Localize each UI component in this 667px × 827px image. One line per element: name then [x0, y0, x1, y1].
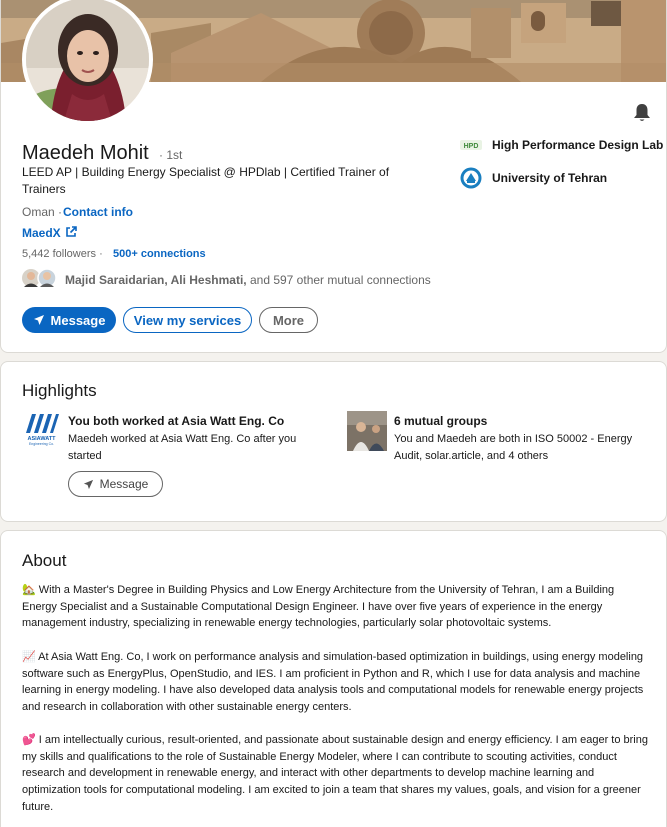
message-button[interactable]: Message: [22, 307, 116, 333]
mutual-connection-avatars[interactable]: [22, 268, 58, 288]
message-button-label: Message: [50, 312, 106, 328]
highlight-message-button[interactable]: Message: [68, 471, 163, 497]
connections-link[interactable]: 500+ connections: [113, 248, 206, 260]
highlights-card: Highlights ASIAWATT Engineering Co. You …: [0, 361, 667, 522]
mutual-connections-text[interactable]: Majid Saraidarian, Ali Heshmati, and 597…: [65, 273, 431, 287]
view-services-label: View my services: [133, 312, 242, 328]
groups-photo: [347, 411, 387, 451]
about-paragraph: 📈 At Asia Watt Eng. Co, I work on perfor…: [22, 651, 644, 714]
mutual-rest: and 597 other mutual connections: [249, 273, 431, 287]
connection-degree: · 1st: [159, 148, 183, 162]
highlights-title: Highlights: [22, 381, 97, 400]
mutual-groups-image[interactable]: [347, 411, 387, 451]
about-title: About: [22, 551, 67, 570]
mutual-groups-title: 6 mutual groups: [394, 414, 488, 428]
org-name-ut: University of Tehran: [492, 171, 608, 185]
mutual-groups-description: You and Maedeh are both in ISO 50002 - E…: [394, 433, 633, 462]
shared-work-title: You both worked at Asia Watt Eng. Co: [68, 414, 285, 428]
profile-headline: LEED AP | Building Energy Specialist @ H…: [22, 165, 390, 196]
more-button[interactable]: More: [259, 307, 318, 333]
profile-avatar[interactable]: [22, 0, 153, 125]
shared-work-description: Maedeh worked at Asia Watt Eng. Co after…: [68, 433, 297, 462]
about-paragraph: 🏡 With a Master's Degree in Building Phy…: [22, 584, 615, 630]
notification-bell-icon[interactable]: [633, 103, 651, 123]
mutual-names: Majid Saraidarian, Ali Heshmati,: [65, 273, 247, 287]
highlight-message-label: Message: [99, 477, 149, 491]
asia-watt-logo-subtext: Engineering Co.: [29, 442, 54, 446]
org-university-of-tehran[interactable]: University of Tehran: [460, 167, 607, 189]
external-link-icon[interactable]: [65, 226, 77, 238]
profile-card: Maedeh Mohit · 1st LEED AP | Building En…: [0, 0, 667, 353]
hpd-logo: HPD: [460, 140, 482, 150]
about-paragraph: 💕 I am intellectually curious, result-or…: [22, 734, 648, 813]
org-name-hpd: High Performance Design Lab: [492, 138, 664, 152]
view-services-button[interactable]: View my services: [123, 307, 252, 333]
asia-watt-logo[interactable]: ASIAWATT Engineering Co.: [23, 411, 60, 448]
hpd-logo-text: HPD: [464, 143, 479, 150]
more-button-label: More: [272, 312, 305, 328]
send-icon: [33, 315, 44, 325]
contact-info-link[interactable]: Contact info: [63, 205, 133, 219]
about-card: About 🏡 With a Master's Degree in Buildi…: [0, 530, 667, 827]
website-link[interactable]: MaedX: [22, 226, 61, 240]
org-high-performance-design-lab[interactable]: HPD High Performance Design Lab: [460, 138, 663, 152]
followers-separator: ·: [99, 248, 103, 260]
avatar-image: [26, 0, 149, 121]
profile-name: Maedeh Mohit: [22, 142, 149, 164]
followers-count: 5,442 followers ·: [22, 248, 103, 260]
university-of-tehran-logo: [460, 167, 482, 189]
send-icon: [83, 479, 93, 489]
profile-location: Oman ·: [22, 205, 63, 219]
